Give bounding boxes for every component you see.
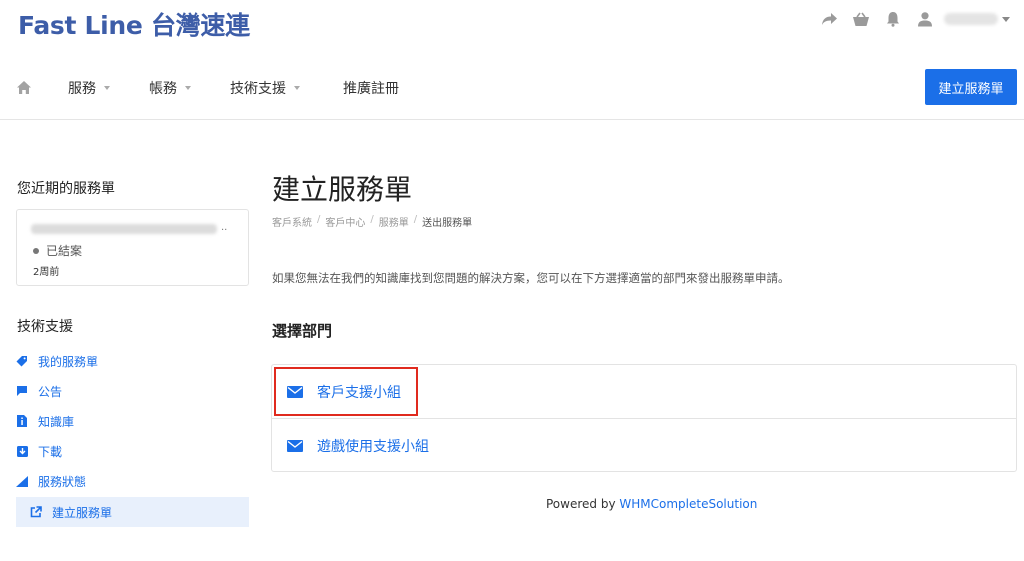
comment-icon — [16, 385, 28, 397]
sidebar-item-open-ticket[interactable]: 建立服務單 — [16, 497, 249, 527]
ticket-status-label: 已結案 — [46, 244, 83, 258]
breadcrumb-separator: / — [370, 214, 374, 225]
ticket-subject-ellipsis: .. — [221, 222, 228, 233]
sidebar-item-network-status[interactable]: 服務狀態 — [16, 466, 249, 496]
recent-ticket-card[interactable]: .. 已結案 2周前 — [16, 209, 249, 286]
breadcrumb-item[interactable]: 客戶系統 — [272, 214, 312, 229]
intro-text: 如果您無法在我們的知識庫找到您問題的解決方案，您可以在下方選擇適當的部門來發出服… — [272, 271, 790, 285]
sidebar-item-announcements[interactable]: 公告 — [16, 376, 249, 406]
nav-label: 推廣註冊 — [343, 81, 399, 97]
chevron-down-icon[interactable] — [1002, 16, 1010, 22]
powered-by-text: Powered by — [546, 497, 616, 511]
ticket-subject-redacted — [31, 224, 217, 234]
nav-affiliate[interactable]: 推廣註冊 — [343, 78, 399, 98]
sidebar-item-knowledgebase[interactable]: 知識庫 — [16, 406, 249, 436]
open-ticket-button[interactable]: 建立服務單 — [925, 69, 1017, 105]
recent-tickets-title: 您近期的服務單 — [17, 181, 115, 197]
signal-icon — [16, 475, 28, 487]
chevron-down-icon — [185, 86, 191, 90]
sidebar-item-label: 我的服務單 — [38, 354, 99, 369]
download-icon — [16, 445, 28, 457]
breadcrumb-item[interactable]: 客戶中心 — [325, 214, 365, 229]
sidebar-item-label: 建立服務單 — [52, 505, 113, 520]
powered-by-link[interactable]: WHMCompleteSolution — [619, 497, 757, 511]
sidebar-item-my-tickets[interactable]: 我的服務單 — [16, 346, 249, 376]
nav-billing[interactable]: 帳務 — [149, 78, 191, 98]
page-title: 建立服務單 — [272, 173, 413, 206]
chevron-down-icon — [104, 86, 110, 90]
nav-label: 技術支援 — [230, 81, 286, 97]
department-game-support[interactable]: 遊戲使用支援小組 — [272, 419, 1016, 472]
user-name-redacted[interactable] — [944, 13, 998, 25]
envelope-icon — [287, 439, 303, 452]
tag-icon — [16, 355, 28, 367]
powered-by: Powered by WHMCompleteSolution — [546, 497, 757, 511]
info-doc-icon — [16, 415, 28, 427]
chevron-down-icon — [294, 86, 300, 90]
sidebar-item-label: 服務狀態 — [38, 474, 87, 489]
status-dot-icon — [33, 247, 39, 254]
top-bar: Fast Line 台灣速連 — [0, 0, 1024, 46]
nav-label: 帳務 — [149, 81, 177, 97]
support-section-title: 技術支援 — [17, 319, 73, 335]
brand-logo[interactable]: Fast Line 台灣速連 — [18, 6, 250, 42]
breadcrumb-current: 送出服務單 — [422, 218, 473, 229]
breadcrumb: 客戶系統 / 客戶中心 / 服務單 / 送出服務單 — [272, 214, 472, 229]
sidebar-item-label: 知識庫 — [38, 414, 75, 429]
user-icon[interactable] — [916, 10, 934, 28]
nav-support[interactable]: 技術支援 — [230, 78, 300, 98]
nav-label: 服務 — [68, 81, 96, 97]
ticket-status: 已結案 — [33, 242, 82, 259]
breadcrumb-separator: / — [413, 214, 418, 225]
share-icon[interactable] — [820, 10, 838, 28]
external-link-icon — [30, 506, 42, 518]
main-nav: 服務 帳務 技術支援 推廣註冊 建立服務單 — [0, 56, 1024, 120]
bell-icon[interactable] — [884, 10, 902, 28]
breadcrumb-item[interactable]: 服務單 — [379, 214, 409, 229]
home-icon[interactable] — [16, 80, 32, 99]
nav-services[interactable]: 服務 — [68, 78, 110, 98]
sidebar-item-downloads[interactable]: 下載 — [16, 436, 249, 466]
sidebar-item-label: 下載 — [38, 444, 63, 459]
top-icons — [820, 10, 1010, 28]
highlight-annotation — [274, 367, 418, 416]
ticket-time: 2周前 — [33, 267, 60, 278]
basket-icon[interactable] — [852, 10, 870, 28]
breadcrumb-separator: / — [317, 214, 321, 225]
sidebar-item-label: 公告 — [38, 384, 63, 399]
department-label: 遊戲使用支援小組 — [317, 438, 429, 455]
choose-department-title: 選擇部門 — [272, 322, 333, 340]
